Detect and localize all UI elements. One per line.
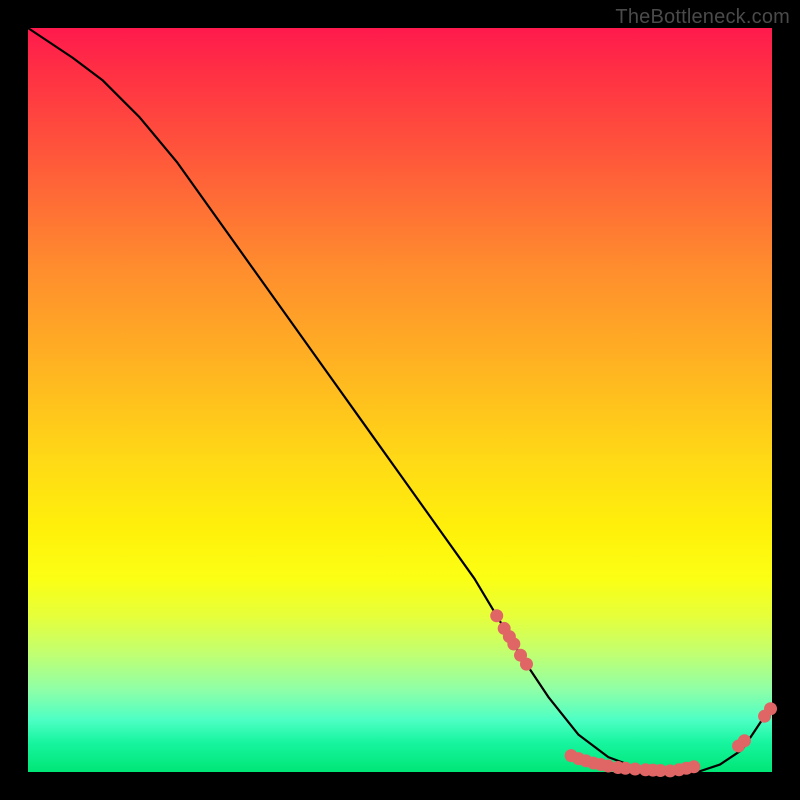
chart-svg — [28, 28, 772, 772]
watermark-text: TheBottleneck.com — [615, 6, 790, 29]
data-marker — [764, 702, 777, 715]
data-marker — [490, 609, 503, 622]
marker-layer — [490, 609, 777, 777]
curve-layer — [28, 28, 772, 772]
chart-frame: TheBottleneck.com — [0, 0, 800, 800]
data-marker — [687, 760, 700, 773]
plot-area — [28, 28, 772, 772]
data-marker — [738, 734, 751, 747]
data-marker — [507, 638, 520, 651]
bottleneck-curve — [28, 28, 772, 772]
data-marker — [520, 658, 533, 671]
